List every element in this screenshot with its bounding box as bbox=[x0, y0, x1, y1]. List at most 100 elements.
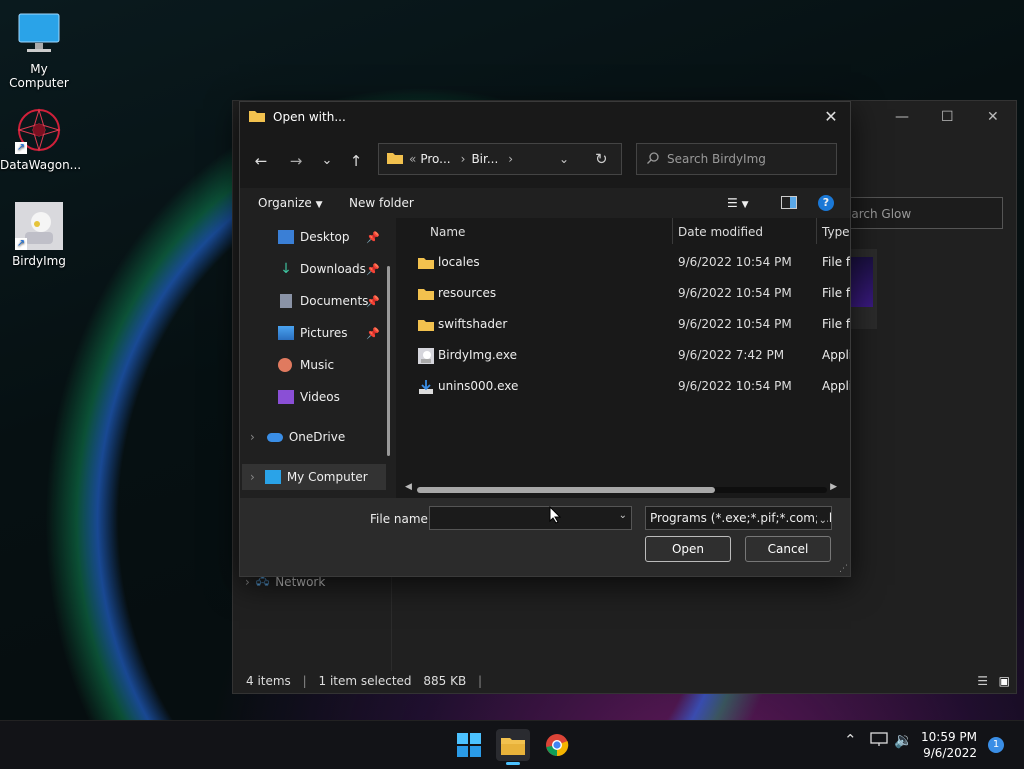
windows-logo-icon bbox=[457, 733, 481, 757]
help-icon[interactable]: ? bbox=[818, 195, 834, 211]
file-name: locales bbox=[438, 255, 480, 269]
sidebar-item-label: OneDrive bbox=[288, 430, 346, 444]
sidebar-item-my-computer[interactable]: › My Computer bbox=[242, 464, 386, 490]
file-list: ⌃ Name Date modified Type locales 9/6/20… bbox=[400, 218, 850, 498]
music-icon bbox=[278, 358, 292, 372]
scroll-right-icon[interactable]: ▶ bbox=[830, 482, 837, 492]
file-date: 9/6/2022 10:54 PM bbox=[678, 317, 792, 331]
desktop-icon-my-computer[interactable]: My Computer bbox=[0, 10, 78, 90]
network-icon[interactable] bbox=[870, 731, 888, 751]
chrome-taskbar-button[interactable] bbox=[540, 729, 574, 761]
sidebar-item-label: Downloads bbox=[300, 262, 366, 276]
file-row[interactable]: locales 9/6/2022 10:54 PM File fo bbox=[400, 249, 850, 277]
horizontal-scrollbar[interactable]: ◀ ▶ bbox=[405, 482, 837, 494]
selection-size: 885 KB bbox=[423, 674, 467, 688]
preview-pane-icon[interactable] bbox=[781, 196, 797, 212]
pin-icon: 📌 bbox=[366, 294, 380, 308]
desktop-icon-label: DataWagon... bbox=[0, 158, 82, 172]
chevron-right-icon: › bbox=[250, 430, 255, 444]
folder-icon bbox=[418, 256, 434, 272]
details-view-icon[interactable]: ☰ bbox=[977, 669, 988, 693]
videos-icon bbox=[278, 390, 294, 404]
refresh-button[interactable]: ↻ bbox=[595, 150, 608, 168]
tiles-view-icon[interactable]: ▣ bbox=[999, 669, 1010, 693]
forward-button[interactable]: → bbox=[285, 150, 307, 172]
navigation-pane: Desktop 📌 ↓ Downloads 📌 Documents 📌 Pict… bbox=[240, 218, 396, 498]
active-indicator bbox=[506, 762, 520, 765]
maximize-button[interactable]: ☐ bbox=[941, 109, 954, 125]
file-row[interactable]: BirdyImg.exe 9/6/2022 7:42 PM Appli bbox=[400, 342, 850, 370]
file-name: BirdyImg.exe bbox=[438, 348, 517, 362]
scroll-left-icon[interactable]: ◀ bbox=[405, 482, 412, 492]
new-folder-button[interactable]: New folder bbox=[349, 196, 414, 210]
address-overflow[interactable]: « bbox=[409, 152, 416, 166]
up-button[interactable]: ↑ bbox=[345, 150, 367, 172]
breadcrumb-item[interactable]: Pro... bbox=[420, 152, 450, 166]
column-header-name[interactable]: Name bbox=[430, 225, 465, 239]
clock-time: 10:59 PM bbox=[921, 730, 977, 744]
close-button[interactable]: ✕ bbox=[987, 109, 999, 125]
address-dropdown-icon[interactable]: ⌄ bbox=[559, 152, 569, 166]
desktop-icon bbox=[278, 230, 294, 244]
sort-indicator-icon: ⌃ bbox=[543, 218, 552, 225]
organize-button[interactable]: Organize ▼ bbox=[258, 196, 323, 210]
installer-icon bbox=[418, 379, 434, 398]
chevron-down-icon[interactable]: ⌄ bbox=[816, 510, 827, 529]
scrollbar-thumb[interactable] bbox=[417, 487, 715, 493]
birdyimg-app-icon: ↗ bbox=[15, 202, 63, 250]
search-placeholder: Search BirdyImg bbox=[667, 152, 766, 166]
dialog-titlebar[interactable]: Open with... ✕ bbox=[240, 102, 850, 132]
pin-icon: 📌 bbox=[366, 326, 380, 340]
file-date: 9/6/2022 10:54 PM bbox=[678, 286, 792, 300]
resize-grip-icon[interactable]: ⋰ bbox=[839, 564, 848, 574]
start-button[interactable] bbox=[452, 729, 486, 761]
sidebar-item-onedrive[interactable]: › OneDrive bbox=[250, 424, 400, 450]
cancel-button[interactable]: Cancel bbox=[745, 536, 831, 562]
back-button[interactable]: ← bbox=[250, 150, 272, 172]
open-with-dialog[interactable]: Open with... ✕ ← → ⌄ ↑ « Pro... › Bir...… bbox=[239, 101, 851, 577]
sidebar-item-label: Pictures bbox=[300, 326, 348, 340]
desktop-icon-birdyimg[interactable]: ↗ BirdyImg bbox=[0, 202, 78, 268]
recent-locations-button[interactable]: ⌄ bbox=[316, 150, 338, 172]
chevron-down-icon[interactable]: ⌄ bbox=[619, 510, 627, 521]
minimize-button[interactable]: — bbox=[895, 109, 909, 125]
sidebar-scrollbar[interactable] bbox=[387, 266, 390, 456]
search-input[interactable]: earch Glow bbox=[833, 197, 1003, 229]
taskbar: ⌃ 🔉 10:59 PM 9/6/2022 1 bbox=[0, 720, 1024, 769]
desktop-icon-label: BirdyImg bbox=[12, 254, 66, 268]
notification-badge[interactable]: 1 bbox=[988, 737, 1004, 753]
chevron-up-icon[interactable]: ⌃ bbox=[844, 731, 857, 749]
documents-icon bbox=[280, 294, 292, 308]
column-header-type[interactable]: Type bbox=[822, 225, 850, 239]
system-clock[interactable]: 10:59 PM 9/6/2022 bbox=[921, 729, 977, 761]
file-name: unins000.exe bbox=[438, 379, 519, 393]
file-explorer-taskbar-button[interactable] bbox=[496, 729, 530, 765]
file-date: 9/6/2022 7:42 PM bbox=[678, 348, 785, 362]
file-type-select[interactable]: Programs (*.exe;*.pif;*.com;*.ba ⌄ bbox=[645, 506, 832, 530]
open-button[interactable]: Open bbox=[645, 536, 731, 562]
file-row[interactable]: unins000.exe 9/6/2022 10:54 PM Appli bbox=[400, 373, 850, 401]
file-type: File fo bbox=[822, 255, 850, 269]
sidebar-item-label: My Computer bbox=[286, 470, 368, 484]
file-type: Appli bbox=[822, 379, 850, 393]
sidebar-item-label: Music bbox=[300, 358, 335, 372]
desktop-icon-datawagon[interactable]: ↗ DataWagon... bbox=[0, 106, 82, 172]
address-bar[interactable]: « Pro... › Bir... › ⌄ ↻ bbox=[378, 143, 622, 175]
dialog-title: Open with... bbox=[273, 110, 346, 124]
clock-date: 9/6/2022 bbox=[923, 746, 977, 760]
file-row[interactable]: swiftshader 9/6/2022 10:54 PM File fo bbox=[400, 311, 850, 339]
column-header-date[interactable]: Date modified bbox=[678, 225, 763, 239]
file-name-input[interactable]: ⌄ bbox=[429, 506, 632, 530]
close-button[interactable]: ✕ bbox=[818, 105, 844, 129]
column-divider[interactable] bbox=[816, 218, 817, 244]
volume-icon[interactable]: 🔉 bbox=[894, 731, 913, 749]
file-type: File fo bbox=[822, 317, 850, 331]
status-bar: 4 items | 1 item selected 885 KB | ☰ ▣ bbox=[233, 669, 1016, 693]
breadcrumb-item[interactable]: Bir... bbox=[471, 152, 498, 166]
file-row[interactable]: resources 9/6/2022 10:54 PM File fo bbox=[400, 280, 850, 308]
dialog-footer: File name: ⌄ Programs (*.exe;*.pif;*.com… bbox=[240, 498, 850, 576]
file-date: 9/6/2022 10:54 PM bbox=[678, 379, 792, 393]
search-input[interactable]: Search BirdyImg bbox=[636, 143, 837, 175]
column-divider[interactable] bbox=[672, 218, 673, 244]
view-options-icon[interactable]: ☰ ▼ bbox=[727, 196, 749, 210]
